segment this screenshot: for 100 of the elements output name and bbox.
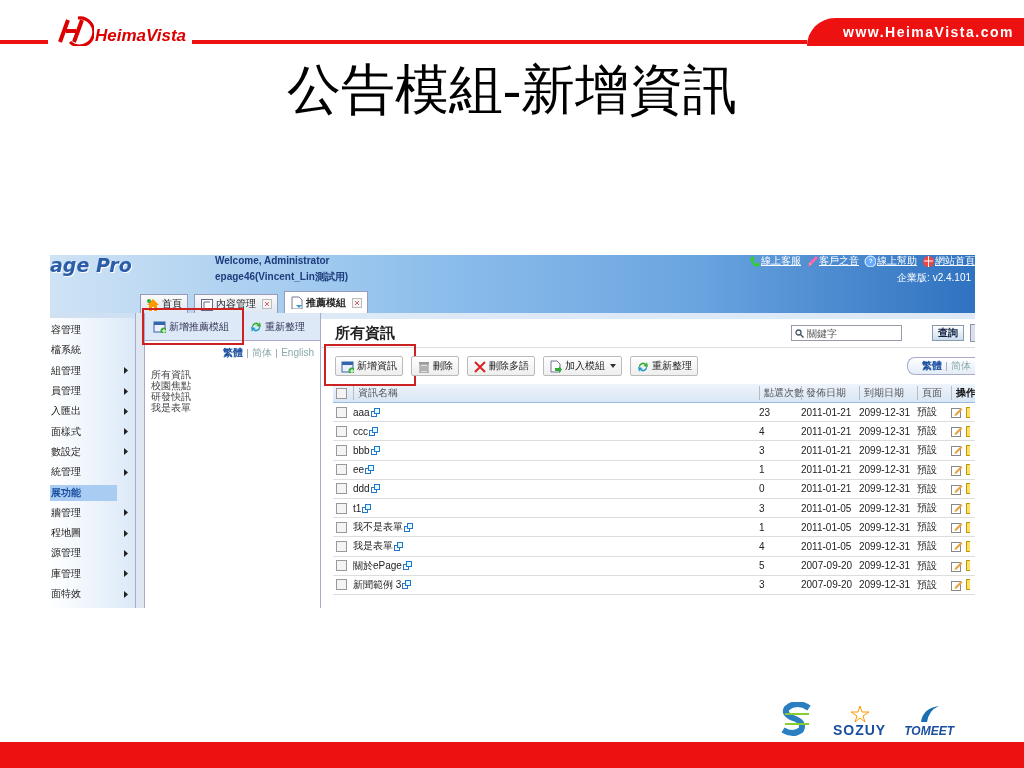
menu-item[interactable]: 入匯出 (50, 403, 117, 420)
table-cell-text: 0 (759, 483, 766, 495)
checkbox[interactable] (336, 425, 347, 437)
search-button[interactable]: 查詢 (932, 325, 964, 341)
toolbar-button[interactable]: 新增資訊 (335, 356, 403, 376)
item-link[interactable]: 我是表單 (353, 539, 393, 554)
item-link[interactable]: bbb (353, 444, 370, 456)
logo-icon (56, 14, 94, 46)
menu-item[interactable]: 牆管理 (50, 504, 117, 521)
checkbox[interactable] (336, 406, 347, 418)
checkbox[interactable] (336, 540, 347, 552)
column-header: 到期日期 (859, 386, 917, 400)
menu-item[interactable]: 程地圖 (50, 525, 117, 542)
item-link[interactable]: aaa (353, 406, 370, 418)
checkbox[interactable] (336, 444, 347, 456)
tab[interactable]: 推薦模組 (284, 291, 368, 313)
item-link[interactable]: 新聞範例 3 (353, 577, 402, 592)
item-link[interactable]: ee (353, 464, 365, 476)
edit-icon[interactable] (951, 406, 963, 419)
pencil-icon (806, 255, 818, 267)
list-item[interactable]: 校園焦點 (151, 380, 314, 391)
edit-icon[interactable] (951, 463, 963, 476)
star-icon (848, 706, 871, 722)
checkbox[interactable] (336, 560, 347, 572)
language-link[interactable]: 繁體 (922, 360, 942, 372)
logo-text: TOMEET (904, 724, 954, 738)
globe-icon (922, 255, 934, 267)
table-cell-text: 2099-12-31 (859, 560, 912, 572)
checkbox[interactable] (336, 521, 347, 533)
header-link[interactable]: 客戶之音 (819, 255, 859, 267)
toolbar-button[interactable]: 刪除多語 (467, 356, 535, 376)
table-cell-text: 2099-12-31 (859, 502, 912, 514)
checkbox[interactable] (336, 579, 347, 591)
toolbar-button[interactable]: 刪除 (411, 356, 459, 376)
table-cell-text: 2007-09-20 (801, 560, 854, 572)
item-link[interactable]: t1 (353, 502, 362, 514)
table-cell-text: 4 (759, 425, 766, 437)
list-item[interactable]: 研發快訊 (151, 391, 314, 402)
site-name: epage46(Vincent_Lin測試用) (215, 271, 349, 283)
edit-icon[interactable] (951, 502, 963, 515)
edit-icon[interactable] (951, 578, 963, 591)
menu-item[interactable]: 展功能 (50, 484, 117, 501)
edit-icon[interactable] (951, 425, 963, 438)
header-link[interactable]: 線上幫助 (877, 255, 917, 267)
toolbar-button[interactable]: 加入模組 (543, 356, 622, 376)
toolbar-button[interactable]: 新增推薦模組 (151, 317, 231, 336)
toolbar-button[interactable]: 重新整理 (247, 317, 307, 336)
item-link[interactable]: 關於ePage (353, 558, 402, 573)
table-cell-text: 預設 (917, 501, 938, 516)
menu-item[interactable]: 組管理 (50, 362, 117, 379)
checkbox[interactable] (336, 483, 347, 495)
item-link[interactable]: ddd (353, 483, 370, 495)
edit-icon[interactable] (951, 559, 963, 572)
table-cell-text: 2099-12-31 (859, 540, 912, 552)
house-icon (146, 297, 159, 311)
table-cell-text: 2011-01-05 (801, 540, 853, 552)
table-cell-text: 3 (759, 579, 766, 591)
menu-item[interactable]: 源管理 (50, 545, 117, 562)
help-icon (864, 255, 876, 267)
toolbar-button[interactable]: 重新整理 (630, 356, 698, 376)
list-item[interactable]: 所有資訊 (151, 369, 314, 380)
table-cell-text: 2011-01-21 (801, 406, 853, 418)
edit-icon[interactable] (951, 444, 963, 457)
item-link[interactable]: 我不是表單 (353, 520, 403, 535)
table-cell-text: 2099-12-31 (859, 444, 912, 456)
table-cell-text: 2099-12-31 (859, 406, 912, 418)
splitter-bar[interactable] (135, 313, 145, 608)
list-item[interactable]: 我是表單 (151, 402, 314, 413)
table-cell-text: 2099-12-31 (859, 579, 912, 591)
external-link-icon (365, 465, 376, 475)
menu-item[interactable]: 庫管理 (50, 565, 117, 582)
section-heading: 所有資訊 (335, 323, 395, 343)
tab[interactable]: 內容管理 (194, 294, 278, 313)
table-cell-text: 2099-12-31 (859, 521, 912, 533)
edit-icon[interactable] (951, 540, 963, 553)
menu-item[interactable]: 數設定 (50, 443, 117, 460)
item-link[interactable]: ccc (353, 425, 368, 437)
website-url: www.HeimaVista.com (807, 18, 1024, 46)
language-link[interactable]: 繁體 (223, 347, 244, 359)
checkbox[interactable] (336, 502, 347, 514)
table-cell-text: 預設 (917, 481, 938, 496)
table-cell-text: 2099-12-31 (859, 464, 912, 476)
logo-text: HeimaVista (95, 26, 187, 46)
edit-icon[interactable] (951, 482, 963, 495)
header-link[interactable]: 網站首頁 (935, 255, 975, 267)
search-field[interactable]: 關鍵字 (791, 325, 902, 341)
close-icon[interactable] (352, 297, 362, 308)
menu-item[interactable]: 統管理 (50, 464, 117, 481)
menu-item[interactable]: 檔系統 (50, 342, 117, 359)
table-cell-text: 預設 (917, 577, 938, 592)
close-icon[interactable] (262, 299, 272, 309)
menu-item[interactable]: 面樣式 (50, 423, 117, 440)
checkbox[interactable] (336, 464, 347, 476)
menu-item[interactable]: 容管理 (50, 322, 117, 339)
table-cell-text: 1 (759, 464, 766, 476)
phone-icon (748, 255, 760, 267)
edit-icon[interactable] (951, 521, 963, 534)
menu-item[interactable]: 員管理 (50, 383, 117, 400)
checkbox[interactable] (336, 387, 347, 399)
menu-item[interactable]: 面特效 (50, 586, 117, 602)
